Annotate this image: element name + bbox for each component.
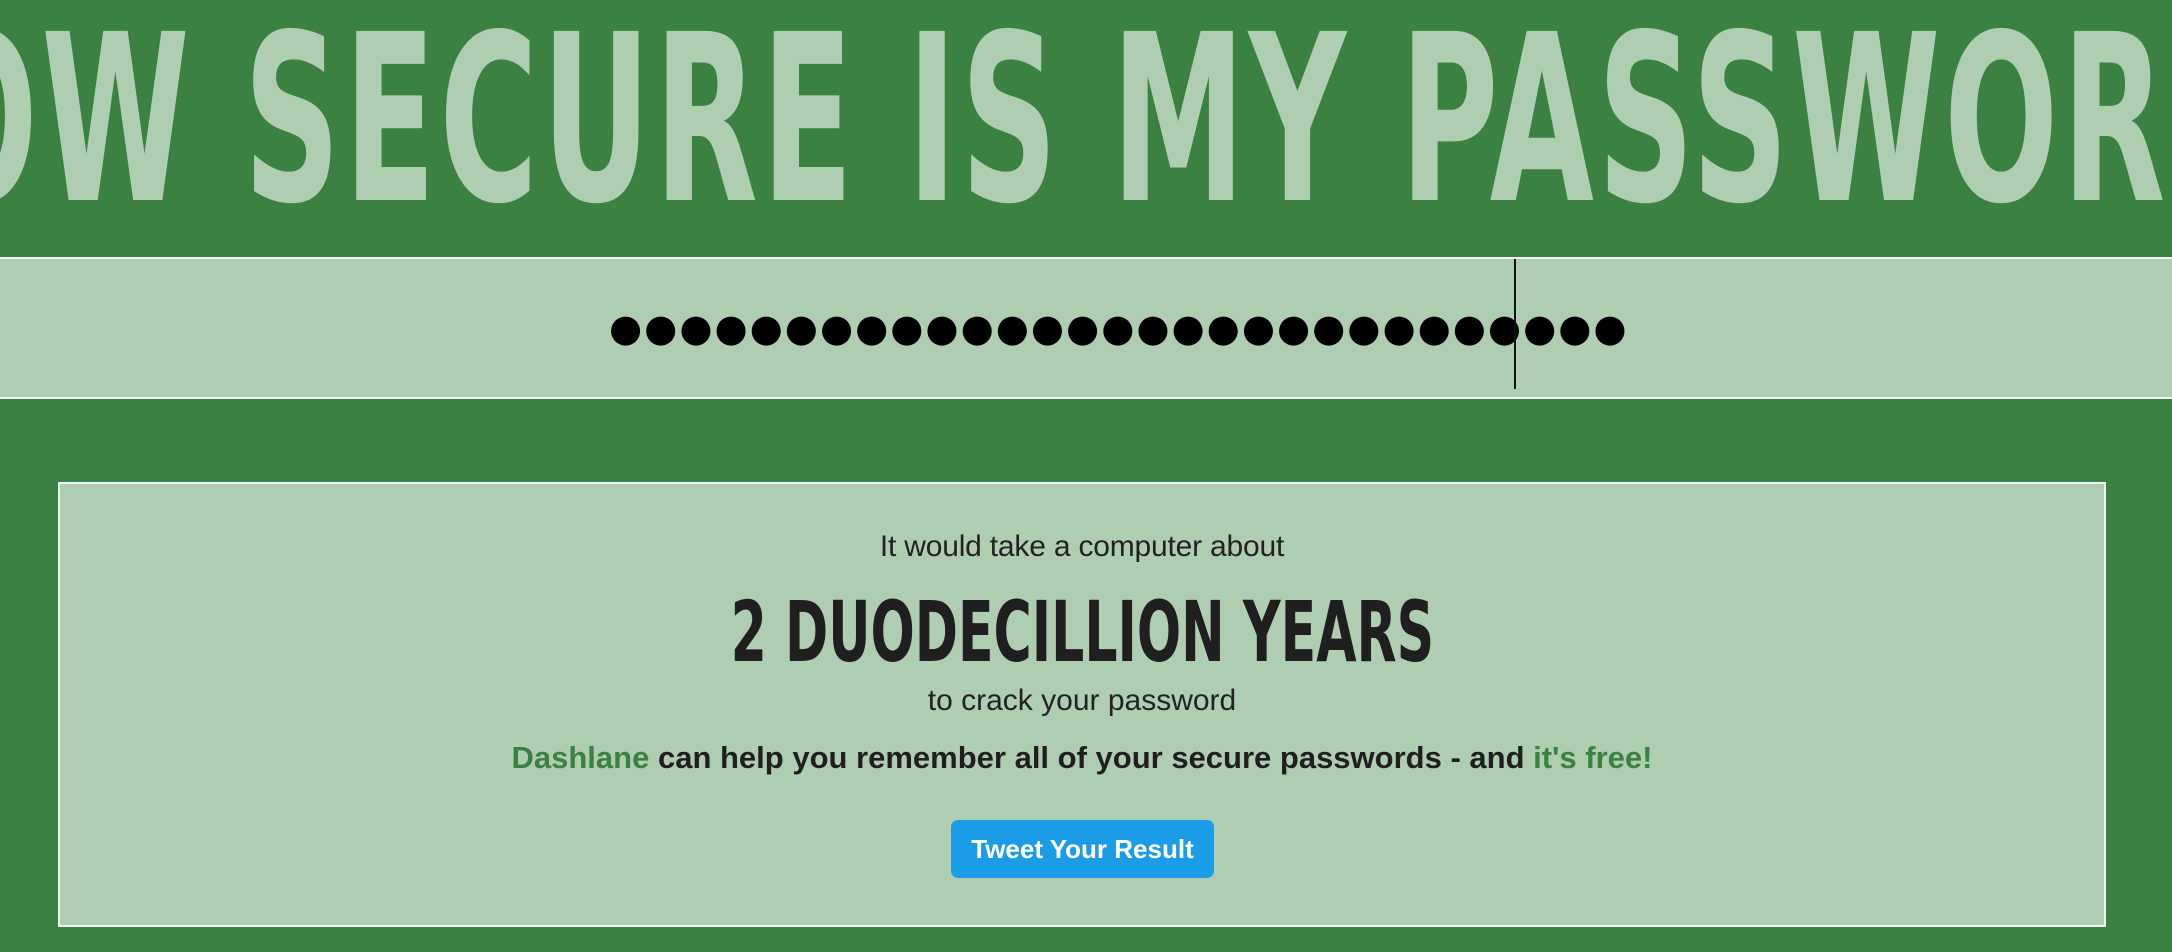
- text-caret: [1514, 259, 1516, 389]
- result-time-wrap: 2 DUODECILLION YEARS: [60, 586, 2104, 678]
- password-masked-value[interactable]: ●●●●●●●●●●●●●●●●●●●●●●●●●●●●●: [609, 293, 1629, 363]
- title-area: HOW SECURE IS MY PASSWORD?: [0, 0, 2172, 258]
- tweet-result-button[interactable]: Tweet Your Result: [951, 820, 1214, 878]
- crack-time-value: 2 DUODECILLION YEARS: [730, 586, 1434, 678]
- dashlane-link[interactable]: Dashlane: [512, 740, 650, 775]
- result-outro-text: to crack your password: [927, 684, 1237, 717]
- promo-middle-text: can help you remember all of your secure…: [649, 740, 1534, 775]
- page-title: HOW SECURE IS MY PASSWORD?: [0, 0, 2172, 255]
- result-panel: It would take a computer about 2 DUODECI…: [58, 482, 2106, 927]
- promo-line: Dashlane can help you remember all of yo…: [60, 740, 2104, 776]
- result-intro-text: It would take a computer about: [879, 530, 1285, 563]
- password-input[interactable]: ●●●●●●●●●●●●●●●●●●●●●●●●●●●●●: [0, 257, 2172, 399]
- free-link[interactable]: it's free!: [1533, 740, 1652, 775]
